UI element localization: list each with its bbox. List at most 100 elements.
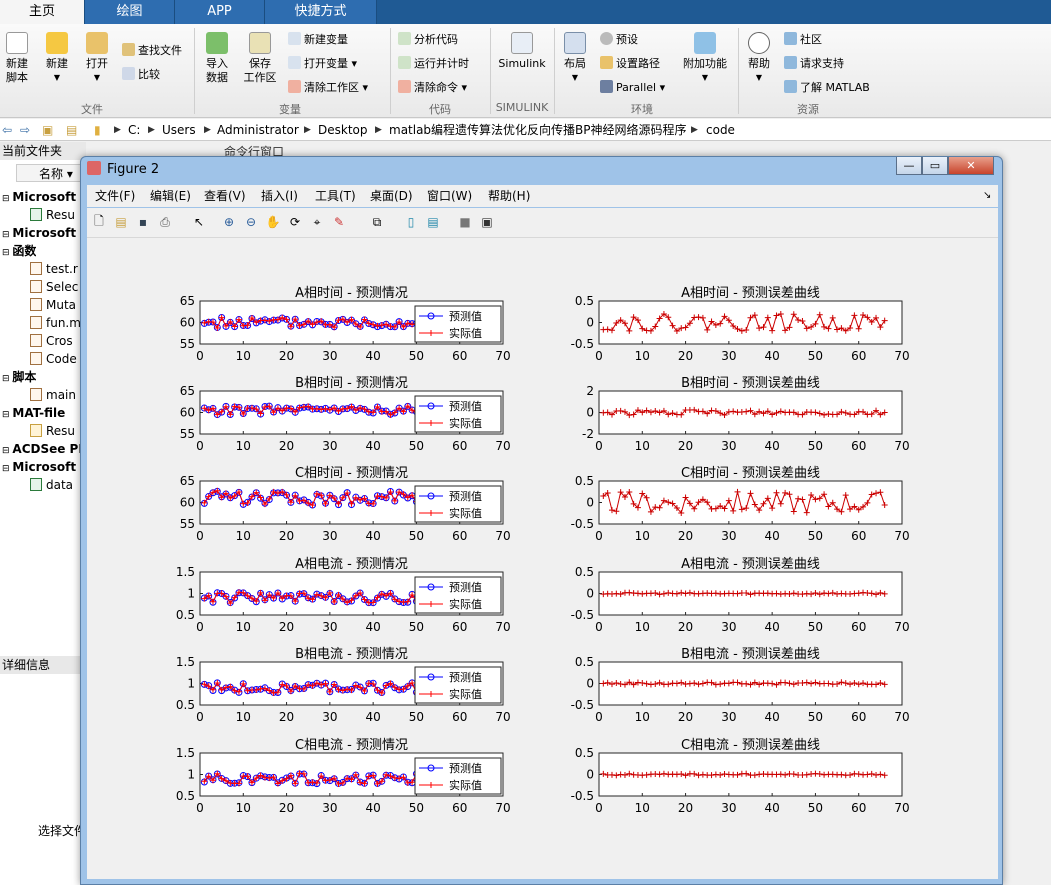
breadcrumb-c[interactable]: C:: [128, 119, 140, 141]
breadcrumb-administrator[interactable]: Administrator: [217, 119, 299, 141]
menu-view[interactable]: 查看(V): [204, 185, 246, 207]
collapse-icon[interactable]: ⊟: [2, 446, 12, 456]
tree-item-label: Microsoft E: [12, 190, 89, 204]
dock-arrow-icon[interactable]: ↘: [983, 185, 991, 207]
minimize-button[interactable]: —: [896, 157, 922, 175]
breadcrumb-users[interactable]: Users: [162, 119, 196, 141]
link-plot-icon[interactable]: ⧉: [369, 214, 385, 230]
forward-arrow-icon[interactable]: ⇨: [20, 119, 30, 141]
request-support-button[interactable]: 请求支持: [784, 55, 844, 73]
clear-workspace-button[interactable]: 清除工作区 ▾: [288, 79, 368, 97]
tree-group-header[interactable]: ⊟ 函数: [2, 242, 36, 260]
rotate-icon[interactable]: ⟳: [287, 214, 303, 230]
run-and-time-button[interactable]: 运行并计时: [398, 55, 469, 73]
community-button[interactable]: 社区: [784, 31, 822, 49]
browse-folder-icon[interactable]: ▤: [66, 119, 77, 141]
collapse-icon[interactable]: ⊟: [2, 464, 12, 474]
save-icon[interactable]: ▪: [135, 214, 151, 230]
new-figure-icon[interactable]: 🗋: [91, 214, 107, 230]
m-file-icon: [30, 262, 42, 275]
address-bar[interactable]: ⇦ ⇨ ▣ ▤ ▮ ▶ C: ▶ Users ▶ Administrator ▶…: [0, 119, 1051, 141]
open-variable-button[interactable]: 打开变量 ▾: [288, 55, 357, 73]
tree-file-item[interactable]: Selec: [30, 278, 78, 296]
layout-button[interactable]: 布局 ▼: [560, 32, 590, 85]
help-button[interactable]: 帮助 ▼: [744, 32, 774, 85]
tree-group-header[interactable]: ⊟ ACDSee PN: [2, 440, 88, 458]
set-path-button[interactable]: 设置路径: [600, 55, 660, 73]
clear-commands-button[interactable]: 清除命令 ▾: [398, 79, 467, 97]
new-variable-button[interactable]: 新建变量: [288, 31, 348, 49]
tree-group-header[interactable]: ⊟ Microsoft V: [2, 224, 90, 242]
tree-file-item[interactable]: Muta: [30, 296, 76, 314]
print-icon[interactable]: ⎙: [157, 214, 173, 230]
hide-plot-tools-icon[interactable]: ■: [457, 214, 473, 230]
menu-insert[interactable]: 插入(I): [261, 185, 298, 207]
compare-button[interactable]: 比较: [122, 66, 160, 84]
pan-icon[interactable]: ✋: [265, 214, 281, 230]
up-folder-icon[interactable]: ▣: [42, 119, 53, 141]
collapse-icon[interactable]: ⊟: [2, 410, 12, 420]
new-button[interactable]: 新建 ▼: [42, 32, 72, 85]
tree-file-item[interactable]: main: [30, 386, 76, 404]
preferences-button[interactable]: 预设: [600, 31, 638, 49]
close-button[interactable]: ✕: [948, 157, 994, 175]
collapse-icon[interactable]: ⊟: [2, 374, 12, 384]
name-column-header[interactable]: 名称 ▾: [16, 164, 86, 182]
simulink-button[interactable]: Simulink: [498, 32, 546, 71]
menu-tools[interactable]: 工具(T): [315, 185, 356, 207]
import-button[interactable]: 导入 数据: [202, 32, 232, 85]
zoom-in-icon[interactable]: ⊕: [221, 214, 237, 230]
find-files-button[interactable]: 查找文件: [122, 42, 182, 60]
y-tick-label: 0.5: [575, 746, 594, 760]
zoom-out-icon[interactable]: ⊖: [243, 214, 259, 230]
menu-window[interactable]: 窗口(W): [427, 185, 472, 207]
tab-apps[interactable]: APP: [175, 0, 265, 24]
menu-desktop[interactable]: 桌面(D): [370, 185, 413, 207]
open-file-icon[interactable]: ▤: [113, 214, 129, 230]
menu-file[interactable]: 文件(F): [95, 185, 135, 207]
tab-shortcuts[interactable]: 快捷方式: [265, 0, 377, 24]
menu-edit[interactable]: 编辑(E): [150, 185, 191, 207]
tree-file-item[interactable]: Resu: [30, 422, 75, 440]
menu-help[interactable]: 帮助(H): [488, 185, 530, 207]
breadcrumb-code[interactable]: code: [706, 119, 735, 141]
tab-home[interactable]: 主页: [0, 0, 85, 24]
tree-file-item[interactable]: Cros: [30, 332, 73, 350]
breadcrumb-desktop[interactable]: Desktop: [318, 119, 368, 141]
m-file-icon: [30, 352, 42, 365]
parallel-button[interactable]: Parallel ▾: [600, 79, 665, 97]
back-arrow-icon[interactable]: ⇦: [2, 119, 12, 141]
tree-file-item[interactable]: Resu: [30, 206, 75, 224]
learn-matlab-button[interactable]: 了解 MATLAB: [784, 79, 870, 97]
subplot: B相电流 - 预测情况 0 10 20 30 40 50 60 70 0.5 1 1.5 预测值实际值: [176, 647, 511, 724]
tree-group-header[interactable]: ⊟ MAT-file: [2, 404, 65, 422]
y-tick-label: 0: [586, 768, 594, 782]
tree-file-item[interactable]: fun.m: [30, 314, 81, 332]
tab-plots[interactable]: 绘图: [85, 0, 175, 24]
tree-file-item[interactable]: Code: [30, 350, 77, 368]
show-plot-tools-icon[interactable]: ▣: [479, 214, 495, 230]
brush-icon[interactable]: ✎: [331, 214, 347, 230]
tree-file-item[interactable]: data: [30, 476, 73, 494]
data-cursor-icon[interactable]: ⌖: [309, 214, 325, 230]
subplot: A相电流 - 预测情况 0 10 20 30 40 50 60 70 0.5 1 1.5 预测值实际值: [176, 557, 511, 634]
new-script-button[interactable]: 新建 脚本: [2, 32, 32, 85]
open-button[interactable]: 打开 ▼: [82, 32, 112, 85]
maximize-button[interactable]: ▭: [922, 157, 948, 175]
collapse-icon[interactable]: ⊟: [2, 194, 12, 204]
addons-button[interactable]: 附加功能 ▼: [680, 32, 730, 85]
tree-group-header[interactable]: ⊟ 脚本: [2, 368, 36, 386]
tree-group-header[interactable]: ⊟ Microsoft E: [2, 188, 88, 206]
legend-label: 实际值: [449, 778, 482, 792]
tree-file-item[interactable]: test.r: [30, 260, 78, 278]
pointer-icon[interactable]: ↖: [191, 214, 207, 230]
colorbar-icon[interactable]: ▯: [403, 214, 419, 230]
collapse-icon[interactable]: ⊟: [2, 248, 12, 258]
tree-group-header[interactable]: ⊟ Microsoft E: [2, 458, 88, 476]
save-workspace-button[interactable]: 保存 工作区: [242, 32, 278, 85]
legend-icon[interactable]: ▤: [425, 214, 441, 230]
analyze-code-button[interactable]: 分析代码: [398, 31, 458, 49]
collapse-icon[interactable]: ⊟: [2, 230, 12, 240]
parallel-label: Parallel: [616, 81, 657, 94]
breadcrumb-project[interactable]: matlab编程遗传算法优化反向传播BP神经网络源码程序: [389, 119, 687, 141]
